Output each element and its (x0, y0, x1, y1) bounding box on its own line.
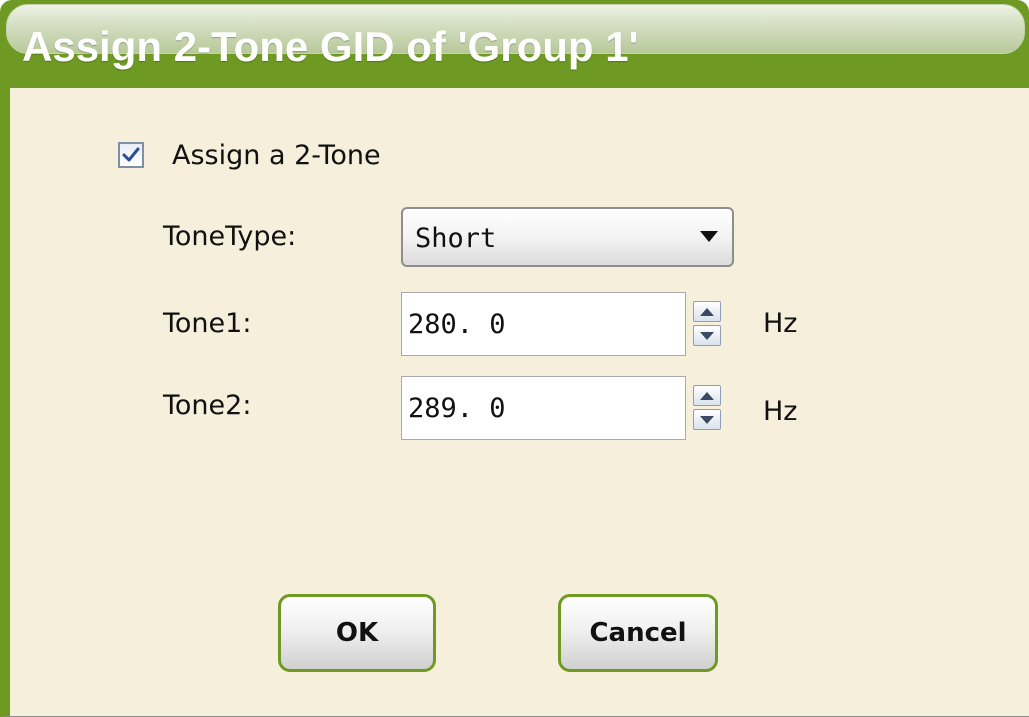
tone2-spin-down-button[interactable] (693, 409, 721, 430)
tone1-input[interactable] (401, 292, 686, 356)
tone1-spin-down-button[interactable] (693, 325, 721, 346)
tone1-spinbox (401, 292, 736, 356)
ok-button[interactable]: OK (278, 594, 436, 672)
spin-down-icon (700, 415, 714, 424)
dropdown-arrow-icon (700, 231, 718, 242)
spin-up-icon (700, 307, 714, 316)
tone2-spin-buttons (693, 385, 723, 431)
tone-type-label: ToneType: (163, 221, 297, 252)
tone2-input[interactable] (401, 376, 686, 440)
assign-2tone-checkbox[interactable] (118, 142, 144, 168)
tone2-spin-up-button[interactable] (693, 385, 721, 406)
tone-type-selected-value: Short (415, 223, 497, 254)
tone1-spin-buttons (693, 301, 723, 347)
tone1-label: Tone1: (163, 308, 252, 339)
spin-up-icon (700, 391, 714, 400)
tone2-spinbox (401, 376, 736, 440)
assign-2tone-label[interactable]: Assign a 2-Tone (172, 136, 381, 176)
spin-down-icon (700, 331, 714, 340)
title-bar: Assign 2-Tone GID of 'Group 1' (0, 0, 1029, 88)
tone2-unit: Hz (763, 396, 798, 427)
tone1-unit: Hz (763, 308, 798, 339)
check-icon (122, 147, 140, 162)
tone2-label: Tone2: (163, 390, 252, 421)
cancel-button[interactable]: Cancel (558, 594, 718, 672)
tone1-spin-up-button[interactable] (693, 301, 721, 322)
assign-2tone-dialog: Assign 2-Tone GID of 'Group 1' Assign a … (0, 0, 1029, 717)
tone-type-dropdown[interactable]: Short (401, 207, 734, 267)
dialog-title: Assign 2-Tone GID of 'Group 1' (22, 23, 639, 70)
